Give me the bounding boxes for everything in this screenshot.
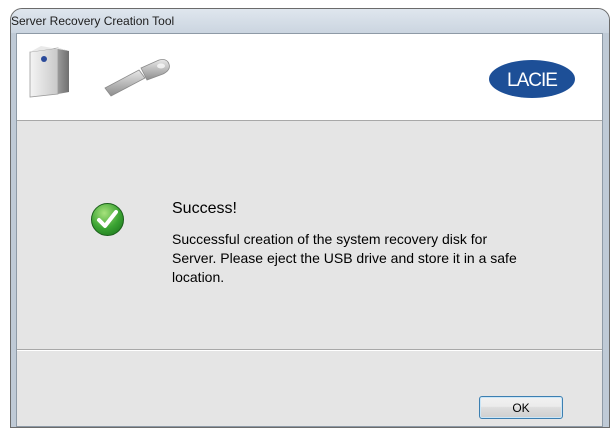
svg-text:LACIE: LACIE — [507, 70, 557, 91]
ok-button[interactable]: OK — [479, 396, 563, 419]
title-bar[interactable]: Server Recovery Creation Tool — [11, 9, 609, 33]
server-drive-icon — [29, 46, 69, 98]
dialog-window: Server Recovery Creation Tool LACIE Succ… — [10, 8, 610, 428]
window-title: Server Recovery Creation Tool — [11, 14, 175, 28]
checkmark-icon — [91, 203, 124, 236]
header-banner: LACIE — [17, 34, 602, 121]
lacie-logo: LACIE — [489, 60, 575, 98]
usb-key-icon — [104, 59, 170, 97]
success-message: Successful creation of the system recove… — [172, 231, 517, 285]
dialog-client-area: LACIE Success! Successful creation of th… — [16, 33, 603, 427]
button-bar: OK — [17, 351, 602, 426]
message-panel: Success! Successful creation of the syst… — [17, 121, 602, 350]
success-title: Success! — [172, 200, 237, 217]
